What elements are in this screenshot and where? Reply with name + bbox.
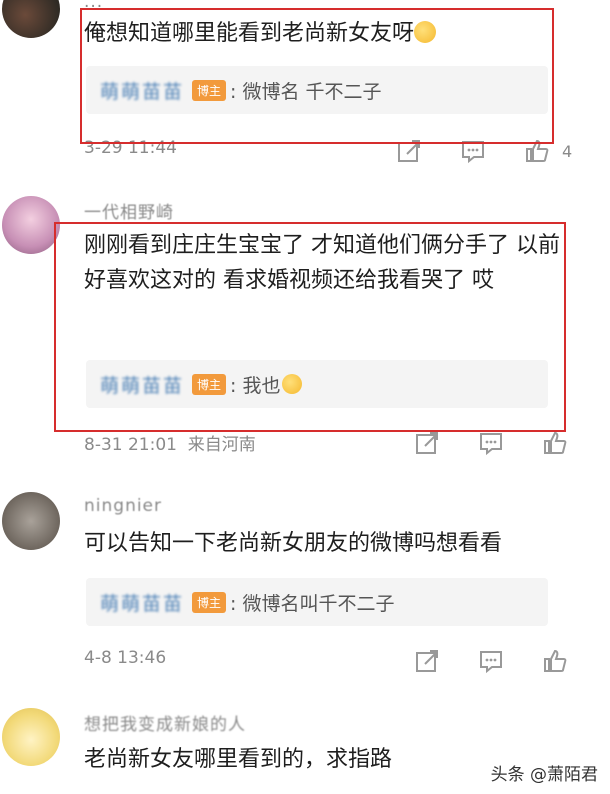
watermark: 头条 @萧陌君 [490, 765, 598, 785]
like-icon[interactable] [542, 430, 568, 456]
avatar[interactable] [2, 708, 60, 766]
blogger-reply[interactable]: 萌萌苗苗 博主 : 微博名叫千不二子 [86, 578, 548, 626]
comment-time: 8-31 21:01 来自河南 [84, 430, 256, 455]
comment-username[interactable]: 想把我变成新娘的人 [84, 710, 246, 735]
avatar[interactable] [2, 196, 60, 254]
comment-icon[interactable] [478, 430, 504, 456]
comment-meta: 4-8 13:46 [84, 648, 584, 678]
comment-text-content: 可以告知一下老尚新女朋友的微博吗想看看 [84, 531, 503, 556]
share-icon[interactable] [414, 430, 440, 456]
reply-text: : 微博名叫千不二子 [230, 592, 395, 615]
highlight-box [54, 222, 566, 432]
comment-text-content: 老尚新女友哪里看到的，求指路 [84, 747, 393, 772]
comment-time-value: 8-31 21:01 [84, 435, 177, 455]
comment-time: 4-8 13:46 [84, 648, 167, 668]
comment-location: 来自河南 [187, 435, 256, 455]
blogger-badge: 博主 [192, 591, 227, 613]
comment-username[interactable]: ningnier [84, 496, 162, 516]
comment-text: 可以告知一下老尚新女朋友的微博吗想看看 [84, 526, 574, 561]
avatar[interactable] [2, 492, 60, 550]
highlight-box [80, 8, 554, 144]
like-count: 4 [562, 142, 573, 161]
comment-meta: 8-31 21:01 来自河南 [84, 430, 584, 460]
avatar[interactable] [2, 0, 60, 38]
like-icon[interactable] [542, 648, 568, 674]
comment-username[interactable]: 一代相野崎 [84, 198, 174, 223]
reply-username[interactable]: 萌萌苗苗 [100, 589, 184, 616]
share-icon[interactable] [414, 648, 440, 674]
comment-icon[interactable] [478, 648, 504, 674]
